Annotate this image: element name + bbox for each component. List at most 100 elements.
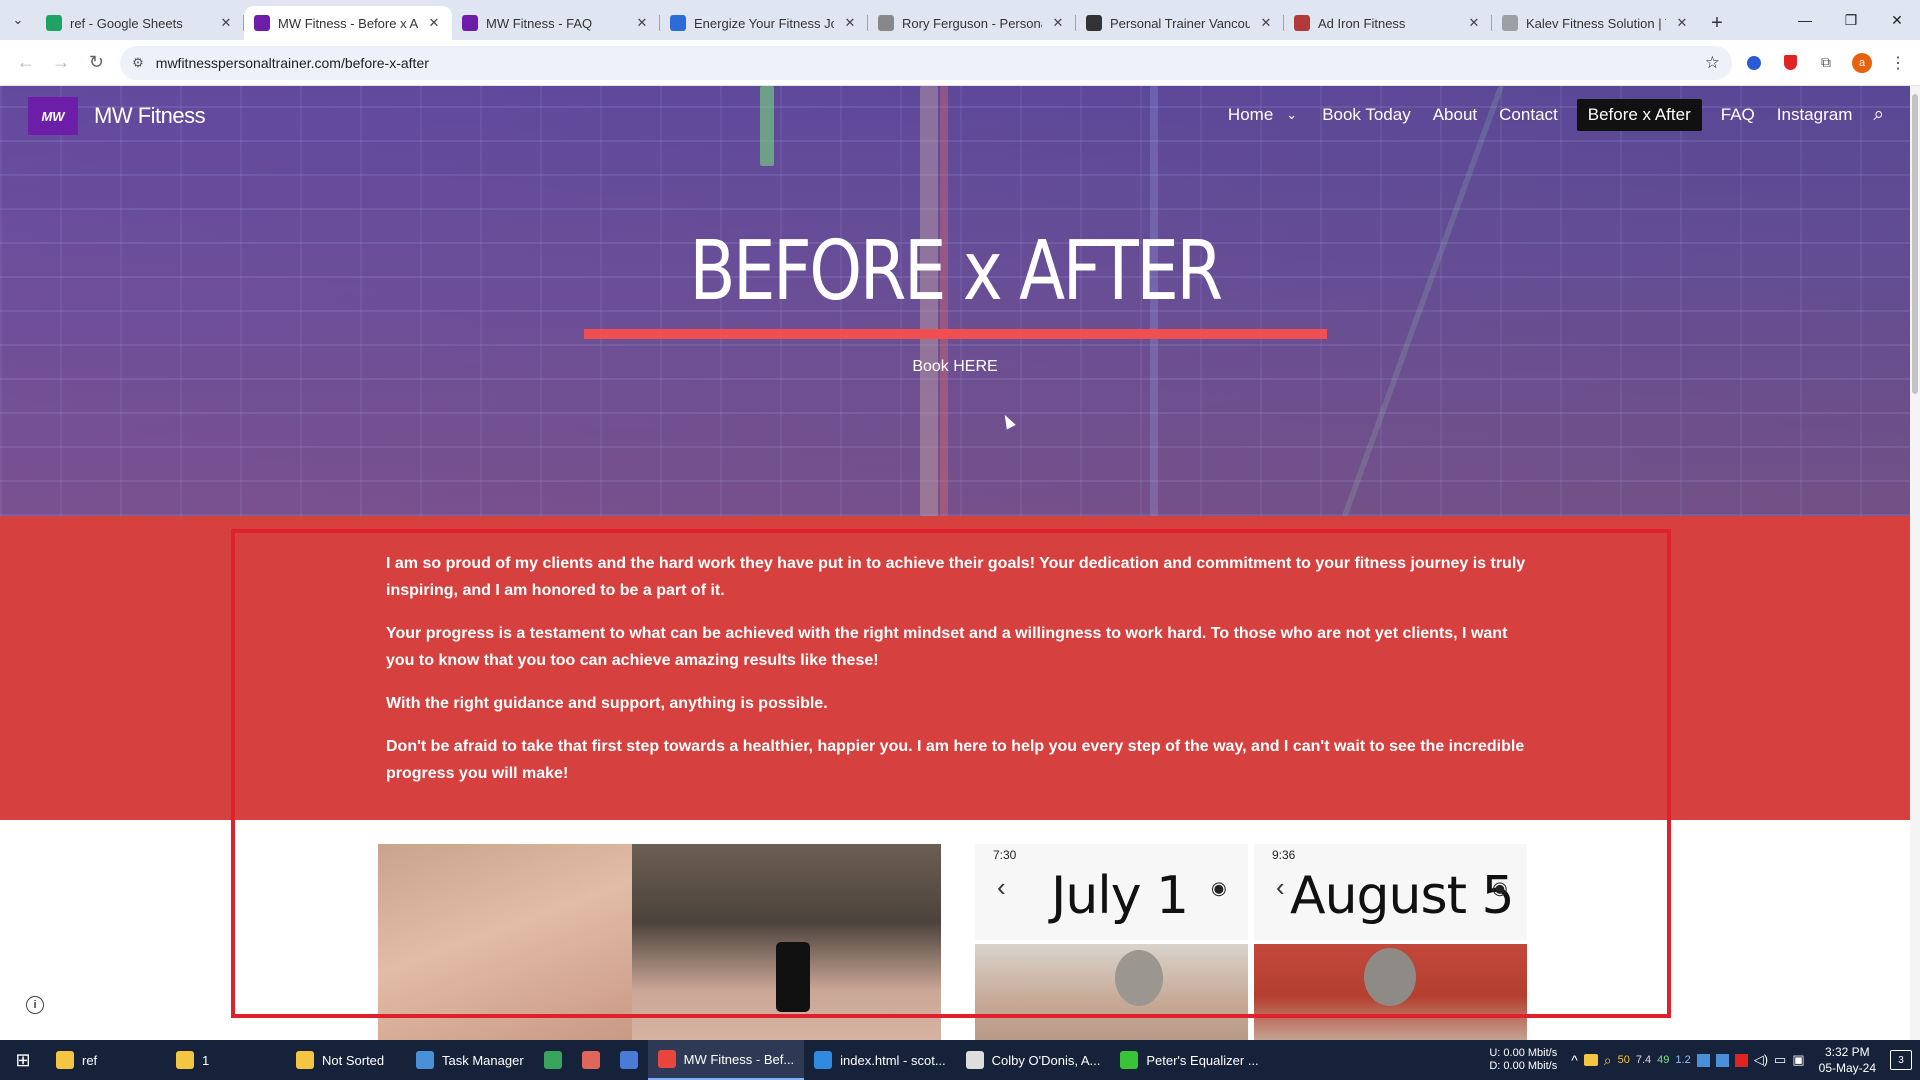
tab-title: Kalev Fitness Solution | To [1526,15,1666,31]
tab-close-icon[interactable]: ✕ [218,15,234,31]
nav-item-before-x-after[interactable]: Before x After [1576,99,1702,131]
nav-item-instagram[interactable]: Instagram [1766,99,1864,131]
browser-tab-strip: ⌄ ref - Google Sheets ✕ MW Fitness - Befor… [0,0,1920,40]
tray-search-icon[interactable]: ⌕ [1604,1052,1612,1069]
tab-search-button[interactable]: ⌄ [0,0,36,40]
network-icon[interactable]: ▭ [1774,1052,1786,1068]
site-brand-name[interactable]: MW Fitness [94,103,206,129]
tab-favicon-icon [878,15,894,31]
browser-tab[interactable]: Kalev Fitness Solution | To ✕ [1492,6,1700,40]
clock-date: 05-May-24 [1818,1061,1876,1075]
browser-tab[interactable]: Ad Iron Fitness ✕ [1284,6,1492,40]
download-speed: D: 0.00 Mbit/s [1489,1060,1558,1072]
taskbar-app-icon [176,1051,194,1069]
minimize-button[interactable]: — [1782,0,1828,40]
taskbar-app[interactable]: index.html - scot... [804,1040,955,1080]
tab-title: MW Fitness - Before x Afte [278,15,418,31]
browser-tab[interactable]: Energize Your Fitness Jour ✕ [660,6,868,40]
extensions-puzzle-icon[interactable]: ⧉ [1812,49,1840,77]
taskbar-clock[interactable]: 3:32 PM 05-May-24 [1819,1044,1876,1076]
taskbar-app[interactable] [610,1040,648,1080]
browser-tab[interactable]: Personal Trainer Vancouv ✕ [1076,6,1284,40]
taskbar-app[interactable] [572,1040,610,1080]
tab-close-icon[interactable]: ✕ [426,15,442,31]
close-window-button[interactable]: ✕ [1874,0,1920,40]
taskbar-app-label: Not Sorted [322,1052,385,1068]
forward-button[interactable]: → [43,45,78,81]
volume-icon[interactable]: ◁) [1754,1052,1768,1068]
tray-folder-icon[interactable] [1583,1054,1598,1066]
tab-title: Ad Iron Fitness [1318,15,1406,31]
taskbar-app[interactable]: Peter's Equalizer ... [1110,1040,1268,1080]
title-underline [584,329,1327,339]
start-button[interactable]: ⊞ [0,1040,46,1080]
address-bar[interactable]: ⚙ mwfitnesspersonaltrainer.com/before-x-… [120,45,1732,80]
tab-close-icon[interactable]: ✕ [634,15,650,31]
taskbar-app[interactable]: MW Fitness - Bef... [647,1040,805,1080]
taskbar-app-icon [657,1050,676,1068]
tab-close-icon[interactable]: ✕ [1674,15,1690,31]
profile-avatar[interactable]: a [1848,49,1876,77]
tray-app-icon[interactable] [1715,1053,1729,1067]
extension-icon-shield[interactable] [1776,49,1804,77]
new-tab-button[interactable]: + [1700,6,1734,40]
info-icon[interactable]: i [26,996,44,1014]
reload-button[interactable]: ↻ [79,45,114,81]
taskbar-app-icon [296,1051,314,1069]
browser-tab[interactable]: MW Fitness - FAQ ✕ [452,6,660,40]
browser-menu-button[interactable]: ⋮ [1884,49,1912,77]
taskbar-app[interactable]: Not Sorted [286,1040,406,1080]
taskbar-app-label: 1 [202,1052,210,1068]
taskbar-app[interactable]: Colby O'Donis, A... [956,1040,1111,1080]
taskbar-app[interactable]: ref [46,1040,166,1080]
tab-close-icon[interactable]: ✕ [842,15,858,31]
tab-close-icon[interactable]: ✕ [1258,15,1274,31]
network-speed: U: 0.00 Mbit/s D: 0.00 Mbit/s [1489,1047,1557,1073]
taskbar-app-icon [619,1051,638,1069]
url-text[interactable]: mwfitnesspersonaltrainer.com/before-x-af… [156,55,1693,71]
back-button[interactable]: ← [8,45,43,81]
book-here-link[interactable]: Book HERE [0,358,1910,376]
tab-close-icon[interactable]: ✕ [1050,15,1066,31]
nav-item-book-today[interactable]: Book Today [1311,99,1422,131]
browser-tab[interactable]: Rory Ferguson - Personal ✕ [868,6,1076,40]
tab-favicon-icon [1086,15,1102,31]
browser-tab[interactable]: ref - Google Sheets ✕ [36,6,244,40]
notification-center-icon[interactable]: 3 [1890,1050,1912,1070]
browser-tab[interactable]: MW Fitness - Before x Afte ✕ [244,6,452,40]
taskbar-app-icon [1120,1051,1139,1069]
site-logo[interactable]: MW [28,97,78,135]
nav-item-about[interactable]: About [1422,99,1488,131]
nav-item-contact[interactable]: Contact [1488,99,1569,131]
tray-expand-icon[interactable]: ^ [1571,1052,1578,1068]
page-title: BEFORE x AFTER [689,224,1223,319]
taskbar-app[interactable] [534,1040,572,1080]
tab-title: Personal Trainer Vancouv [1110,15,1250,31]
bookmark-star-icon[interactable]: ☆ [1705,53,1720,73]
tab-favicon-icon [462,15,478,31]
taskbar-app-icon [416,1051,434,1069]
scrollbar-thumb[interactable] [1912,94,1918,394]
tab-close-icon[interactable]: ✕ [1466,15,1482,31]
nav-item-home[interactable]: Home [1217,99,1284,131]
taskbar-app[interactable]: Task Manager [406,1040,534,1080]
restore-button[interactable]: ❐ [1828,0,1874,40]
extension-icon-blue[interactable] [1740,49,1768,77]
window-controls: — ❐ ✕ [1782,0,1920,40]
search-icon[interactable]: ⌕ [1863,98,1894,132]
display-icon[interactable]: ▣ [1792,1052,1804,1068]
chevron-down-icon[interactable]: ⌄ [1284,101,1311,129]
tray-stat: 50 [1617,1054,1630,1066]
taskbar-app-label: Peter's Equalizer ... [1146,1052,1259,1068]
taskbar-app-icon [543,1051,562,1069]
page-scrollbar[interactable] [1910,86,1920,1040]
tab-favicon-icon [254,15,270,31]
taskbar-app[interactable]: 1 [166,1040,286,1080]
browser-toolbar: ← → ↻ ⚙ mwfitnesspersonaltrainer.com/bef… [0,40,1920,86]
site-info-icon[interactable]: ⚙ [132,55,144,71]
tab-title: Energize Your Fitness Jour [694,15,834,31]
taskbar-apps: ref 1 Not Sorted Task Manager MW Fitness - B… [46,1040,1269,1080]
nav-item-faq[interactable]: FAQ [1710,99,1766,131]
tray-app-icon[interactable] [1734,1053,1748,1067]
tray-app-icon[interactable] [1696,1053,1710,1067]
